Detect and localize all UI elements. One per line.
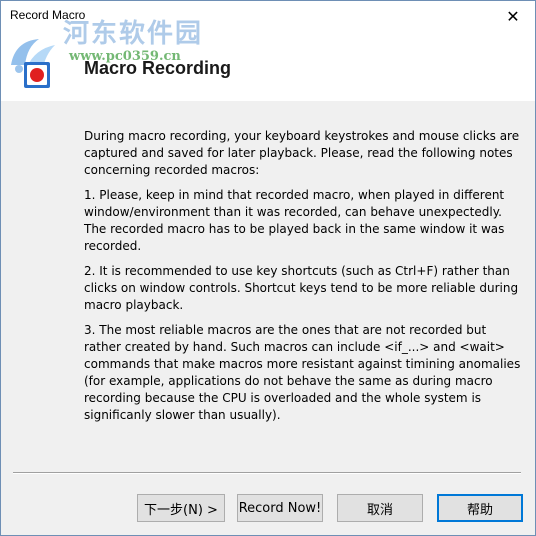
record-macro-dialog: Record Macro ✕ 河东软件园 www.pc0359.cn Macro… (0, 0, 536, 536)
watermark-text: 河东软件园 (63, 19, 204, 49)
next-button[interactable]: 下一步(N) > (137, 494, 225, 522)
footer-divider (13, 472, 521, 474)
note-3-paragraph: 3. The most reliable macros are the ones… (84, 323, 521, 422)
help-button[interactable]: 帮助 (437, 494, 523, 522)
note-1-paragraph: 1. Please, keep in mind that recorded ma… (84, 188, 505, 253)
close-icon[interactable]: ✕ (491, 1, 535, 31)
record-now-button[interactable]: Record Now! (237, 494, 323, 522)
cancel-button[interactable]: 取消 (337, 494, 423, 522)
record-icon (24, 62, 50, 88)
intro-paragraph: During macro recording, your keyboard ke… (84, 129, 520, 177)
note-2-paragraph: 2. It is recommended to use key shortcut… (84, 264, 519, 312)
instructions-text: During macro recording, your keyboard ke… (84, 128, 524, 432)
page-title: Macro Recording (84, 58, 232, 78)
dialog-header: 河东软件园 www.pc0359.cn Macro Recording (1, 19, 535, 101)
